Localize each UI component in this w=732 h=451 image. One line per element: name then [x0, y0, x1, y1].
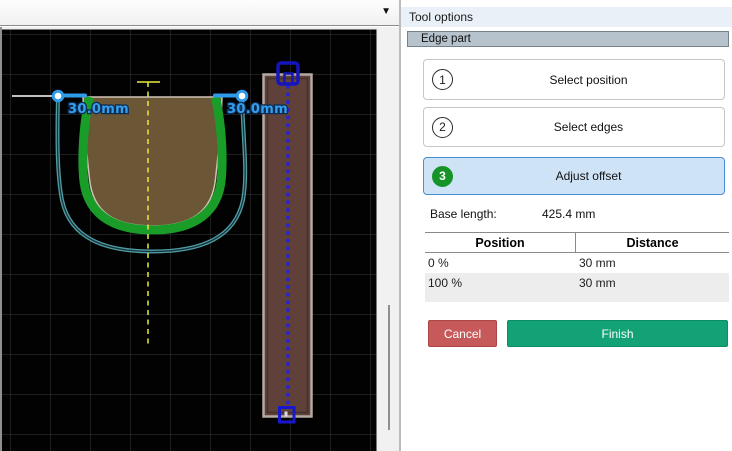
step-number-badge-active: 3 [432, 165, 453, 187]
cancel-button[interactable]: Cancel [428, 320, 497, 347]
step-number-badge: 2 [432, 116, 453, 138]
dimension-handle-left[interactable] [51, 89, 65, 103]
canvas-border-top [0, 27, 379, 30]
tool-options-panel: Tool options Edge part 1 Select position… [401, 0, 732, 451]
base-length-label: Base length: [430, 207, 497, 221]
base-length-value: 425.4 mm [542, 207, 596, 221]
drawing-canvas[interactable]: 30.0mm 30.0mm [0, 27, 379, 451]
cell-position: 0 % [428, 256, 449, 270]
step-label: Select position [549, 72, 628, 87]
step-button-select-edges[interactable]: 2 Select edges [423, 107, 725, 147]
section-header-edge-part: Edge part [407, 31, 729, 47]
cell-distance: 30 mm [579, 256, 616, 270]
canvas-border-left [0, 27, 2, 451]
dropdown-arrow-icon[interactable]: ▼ [381, 6, 391, 18]
step-number-badge: 1 [432, 69, 453, 90]
dimension-label-left: 30.0mm [68, 102, 129, 117]
cell-distance: 30 mm [579, 276, 616, 290]
cell-position: 100 % [428, 276, 463, 290]
step-button-select-position[interactable]: 1 Select position [423, 59, 725, 100]
table-row[interactable]: 0 % 30 mm [425, 253, 729, 273]
dimension-handle-right[interactable] [235, 89, 249, 103]
scrollbar-thumb[interactable] [388, 305, 390, 430]
panel-title: Tool options [401, 7, 732, 27]
viewport-toolbar: ▼ [0, 0, 399, 26]
column-header-position: Position [425, 233, 576, 252]
table-header-row: Position Distance [425, 232, 729, 253]
application-window: ▼ 30.0mm 30.0mm Tool options Edge part 1… [0, 0, 732, 451]
offset-table: Position Distance 0 % 30 mm 100 % 30 mm [425, 232, 729, 302]
table-row[interactable]: 100 % 30 mm [425, 273, 729, 302]
step-button-adjust-offset[interactable]: 3 Adjust offset [423, 157, 725, 195]
column-header-distance: Distance [626, 236, 679, 250]
step-label: Select edges [553, 120, 624, 134]
canvas-scrollbar[interactable] [379, 27, 399, 451]
finish-button[interactable]: Finish [507, 320, 728, 347]
dimension-label-right: 30.0mm [227, 102, 288, 117]
step-label: Adjust offset [555, 169, 622, 183]
